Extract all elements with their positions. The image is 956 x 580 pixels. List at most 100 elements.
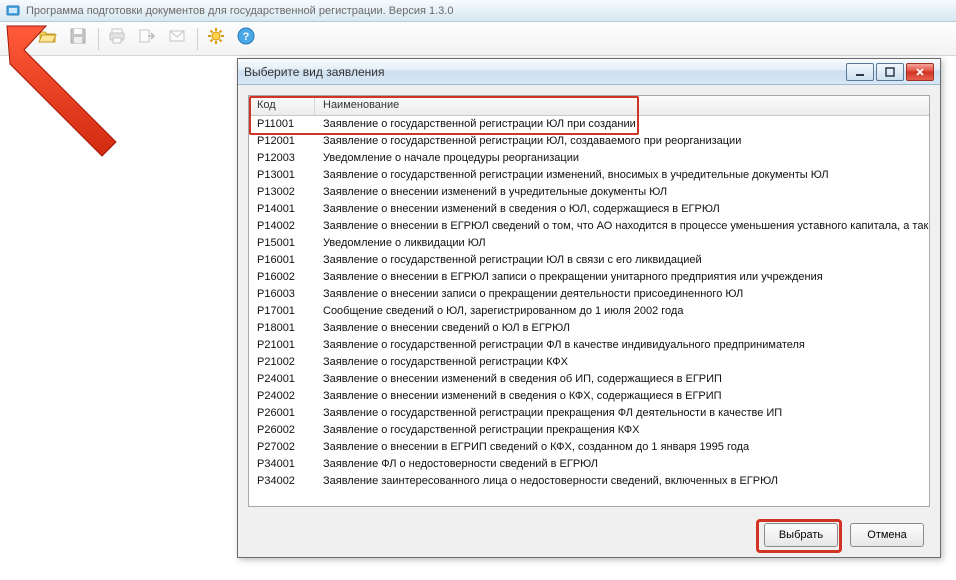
cell-name: Заявление заинтересованного лица о недос… [315, 473, 929, 490]
cell-code: Р24002 [249, 388, 315, 405]
cell-name: Заявление о государственной регистрации … [315, 252, 929, 269]
cell-code: Р14001 [249, 201, 315, 218]
toolbar: ? [0, 22, 956, 56]
cell-name: Заявление о внесении изменений в сведени… [315, 371, 929, 388]
cell-name: Уведомление о начале процедуры реорганиз… [315, 150, 929, 167]
cell-name: Заявление о внесении сведений о ЮЛ в ЕГР… [315, 320, 929, 337]
cell-name: Заявление о государственной регистрации … [315, 354, 929, 371]
cell-code: Р16001 [249, 252, 315, 269]
help-icon: ? [236, 26, 256, 51]
cell-name: Заявление о государственной регистрации … [315, 405, 929, 422]
cell-code: Р15001 [249, 235, 315, 252]
cell-code: Р16002 [249, 269, 315, 286]
main-titlebar: Программа подготовки документов для госу… [0, 0, 956, 22]
table-row[interactable]: Р24002Заявление о внесении изменений в с… [249, 388, 929, 405]
dialog-titlebar: Выберите вид заявления [238, 59, 940, 85]
toolbar-separator [98, 28, 99, 50]
open-button[interactable] [34, 25, 62, 53]
column-header-code[interactable]: Код [249, 96, 315, 115]
help-button[interactable]: ? [232, 25, 260, 53]
export-button [133, 25, 161, 53]
application-type-grid[interactable]: Код Наименование Р11001Заявление о госуд… [248, 95, 930, 507]
export-icon [137, 26, 157, 51]
window-controls [846, 63, 934, 81]
select-button[interactable]: Выбрать [764, 523, 838, 547]
cell-name: Заявление ФЛ о недостоверности сведений … [315, 456, 929, 473]
table-row[interactable]: Р16002Заявление о внесении в ЕГРЮЛ запис… [249, 269, 929, 286]
table-row[interactable]: Р26001Заявление о государственной регист… [249, 405, 929, 422]
cell-code: Р14002 [249, 218, 315, 235]
cancel-button[interactable]: Отмена [850, 523, 924, 547]
mail-button [163, 25, 191, 53]
cell-name: Заявление о внесении изменений в сведени… [315, 388, 929, 405]
cell-code: Р12003 [249, 150, 315, 167]
dialog-title: Выберите вид заявления [244, 65, 846, 79]
cell-name: Заявление о государственной регистрации … [315, 422, 929, 439]
table-row[interactable]: Р13002Заявление о внесении изменений в у… [249, 184, 929, 201]
cell-name: Заявление о внесении в ЕГРИП сведений о … [315, 439, 929, 456]
cell-name: Заявление о государственной регистрации … [315, 337, 929, 354]
settings-button[interactable] [202, 25, 230, 53]
app-title: Программа подготовки документов для госу… [26, 5, 453, 17]
cell-code: Р16003 [249, 286, 315, 303]
table-row[interactable]: Р14002Заявление о внесении в ЕГРЮЛ сведе… [249, 218, 929, 235]
print-button [103, 25, 131, 53]
close-button[interactable] [906, 63, 934, 81]
mail-icon [167, 26, 187, 51]
table-row[interactable]: Р15001Уведомление о ликвидации ЮЛ [249, 235, 929, 252]
table-row[interactable]: Р17001Сообщение сведений о ЮЛ, зарегистр… [249, 303, 929, 320]
table-row[interactable]: Р34002Заявление заинтересованного лица о… [249, 473, 929, 490]
table-row[interactable]: Р27002Заявление о внесении в ЕГРИП сведе… [249, 439, 929, 456]
cell-code: Р13002 [249, 184, 315, 201]
print-icon [107, 26, 127, 51]
dialog-body: Код Наименование Р11001Заявление о госуд… [238, 85, 940, 513]
app-icon [6, 4, 20, 18]
open-icon [38, 26, 58, 51]
table-row[interactable]: Р24001Заявление о внесении изменений в с… [249, 371, 929, 388]
cell-name: Уведомление о ликвидации ЮЛ [315, 235, 929, 252]
cell-code: Р34001 [249, 456, 315, 473]
table-row[interactable]: Р26002Заявление о государственной регист… [249, 422, 929, 439]
table-row[interactable]: Р11001Заявление о государственной регист… [249, 116, 929, 133]
svg-text:?: ? [243, 31, 250, 43]
table-row[interactable]: Р21001Заявление о государственной регист… [249, 337, 929, 354]
cell-code: Р21002 [249, 354, 315, 371]
new-icon [8, 26, 28, 51]
toolbar-separator [197, 28, 198, 50]
table-row[interactable]: Р13001Заявление о государственной регист… [249, 167, 929, 184]
cell-code: Р12001 [249, 133, 315, 150]
cell-code: Р26002 [249, 422, 315, 439]
table-row[interactable]: Р16001Заявление о государственной регист… [249, 252, 929, 269]
cell-code: Р21001 [249, 337, 315, 354]
cell-code: Р26001 [249, 405, 315, 422]
cell-code: Р13001 [249, 167, 315, 184]
cell-name: Заявление о государственной регистрации … [315, 167, 929, 184]
column-header-name[interactable]: Наименование [315, 96, 929, 115]
cell-name: Заявление о внесении записи о прекращени… [315, 286, 929, 303]
select-application-type-dialog: Выберите вид заявления Код Наименование … [237, 58, 941, 558]
table-row[interactable]: Р12003Уведомление о начале процедуры рео… [249, 150, 929, 167]
cell-code: Р27002 [249, 439, 315, 456]
save-icon [68, 26, 88, 51]
table-row[interactable]: Р12001Заявление о государственной регист… [249, 133, 929, 150]
cell-name: Заявление о внесении в ЕГРЮЛ сведений о … [315, 218, 929, 235]
save-button [64, 25, 92, 53]
cell-code: Р17001 [249, 303, 315, 320]
grid-header: Код Наименование [249, 96, 929, 116]
cell-code: Р11001 [249, 116, 315, 133]
cell-name: Заявление о государственной регистрации … [315, 116, 929, 133]
cell-name: Заявление о внесении изменений в учредит… [315, 184, 929, 201]
cell-code: Р24001 [249, 371, 315, 388]
minimize-button[interactable] [846, 63, 874, 81]
table-row[interactable]: Р16003Заявление о внесении записи о прек… [249, 286, 929, 303]
new-button[interactable] [4, 25, 32, 53]
table-row[interactable]: Р21002Заявление о государственной регист… [249, 354, 929, 371]
table-row[interactable]: Р18001Заявление о внесении сведений о ЮЛ… [249, 320, 929, 337]
dialog-footer: Выбрать Отмена [238, 513, 940, 557]
settings-icon [206, 26, 226, 51]
cell-code: Р18001 [249, 320, 315, 337]
table-row[interactable]: Р34001Заявление ФЛ о недостоверности све… [249, 456, 929, 473]
cell-name: Заявление о государственной регистрации … [315, 133, 929, 150]
table-row[interactable]: Р14001Заявление о внесении изменений в с… [249, 201, 929, 218]
maximize-button[interactable] [876, 63, 904, 81]
